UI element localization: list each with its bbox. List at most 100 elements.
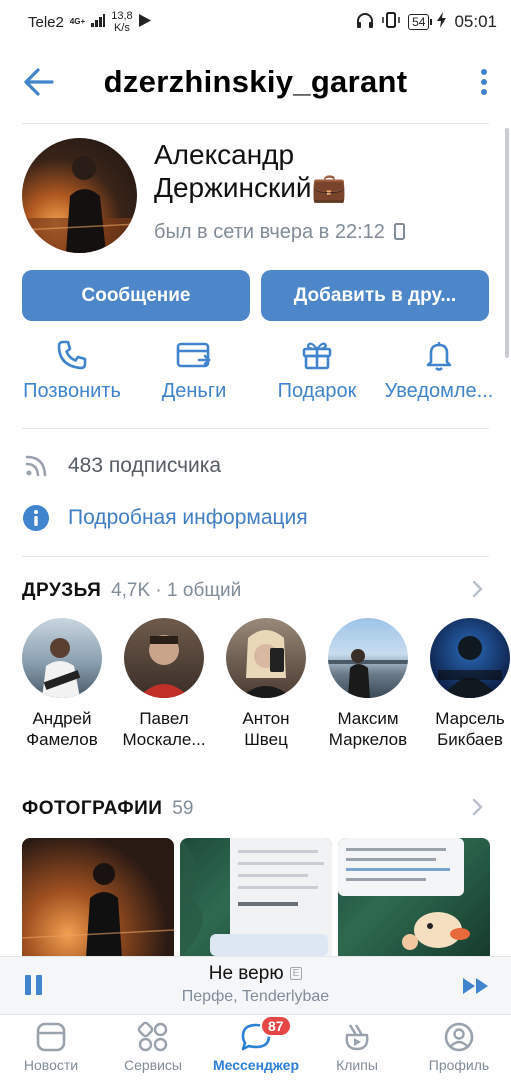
friend-avatar [124,618,204,698]
friend-item[interactable]: Максим Маркелов [318,618,418,750]
explicit-badge: E [289,967,303,980]
tab-news-label: Новости [23,1057,79,1073]
next-track-icon[interactable] [463,977,489,995]
photos-grid [22,838,490,958]
friend-item[interactable]: Марсель Бикбаев [420,618,511,750]
net-speed-unit: K/s [113,22,130,34]
last-seen-text: был в сети вчера в 22:12 [154,221,385,243]
message-button[interactable]: Сообщение [22,270,250,321]
friend-last-name: Швец [244,730,288,749]
photo-thumbnail[interactable] [22,838,174,958]
friend-last-name: Москале... [122,730,206,749]
profile-name: Александр Держинский💼 [154,138,346,204]
headphones-icon [356,12,374,33]
money-card-icon [130,338,258,372]
friend-first-name: Андрей [32,709,92,728]
friend-item[interactable]: Антон Швец [216,618,316,750]
scrollbar[interactable] [505,128,509,358]
friend-item[interactable]: Павел Москале... [114,618,214,750]
call-label: Позвонить [23,380,121,402]
photos-count: 59 [172,798,194,819]
tab-profile-label: Профиль [428,1057,490,1073]
messenger-icon [204,1021,308,1053]
followers-count: 483 подписчика [68,454,222,477]
details-link: Подробная информация [68,506,308,529]
actions-divider [22,428,489,429]
friend-avatar [226,618,306,698]
gift-label: Подарок [277,380,357,402]
friend-first-name: Максим [337,709,399,728]
mobile-device-icon [390,221,406,243]
friends-title: ДРУЗЬЯ [22,580,102,601]
friend-first-name: Марсель [435,709,505,728]
info-icon [22,504,50,532]
services-icon [102,1021,204,1053]
followers-row[interactable]: 483 подписчика [22,452,221,480]
profile-avatar[interactable] [22,138,137,253]
photos-title: ФОТОГРАФИИ [22,798,163,819]
clock: 05:01 [454,12,497,31]
net-speed: 13,8 K/s [111,10,132,34]
friends-header[interactable]: ДРУЗЬЯ 4,7K · 1 общий [22,580,241,602]
action-bar: Позвонить Деньги Подарок Уведомле... [0,338,511,418]
money-action[interactable]: Деньги [130,338,258,403]
last-seen-status: был в сети вчера в 22:12 [154,221,406,244]
tab-clips-label: Клипы [336,1057,378,1073]
add-friend-button[interactable]: Добавить в дру... [261,270,489,321]
profile-icon [408,1021,510,1053]
friends-chevron-icon[interactable] [471,580,485,598]
network-type: 4G+ [69,17,86,26]
tab-news[interactable]: Новости [0,1021,102,1073]
clips-icon [306,1021,408,1053]
friend-last-name: Фамелов [26,730,98,749]
pause-icon[interactable] [24,974,44,996]
net-speed-value: 13,8 [111,10,133,22]
tab-services[interactable]: Сервисы [102,1021,204,1073]
signal-icon [91,13,106,31]
charging-icon [437,11,447,33]
tab-profile[interactable]: Профиль [408,1021,510,1073]
profile-first-name: Александр [154,139,295,170]
header-divider [22,123,489,124]
vibrate-icon [382,11,400,33]
battery-indicator: 54 [408,14,433,30]
profile-last-name: Держинский💼 [154,172,347,203]
friend-avatar [430,618,510,698]
notifications-action[interactable]: Уведомле... [375,338,503,403]
tab-clips[interactable]: Клипы [306,1021,408,1073]
call-action[interactable]: Позвонить [8,338,136,403]
carrier-label: Tele2 [28,13,64,31]
status-right: 54 05:01 [356,11,497,33]
tab-bar: Новости Сервисы 87 Мессенджер Клипы Проф… [0,1014,511,1080]
bell-icon [375,338,503,372]
unread-badge: 87 [260,1015,292,1037]
header: dzerzhinskiy_garant [0,52,511,112]
photo-thumbnail[interactable] [338,838,490,958]
rss-icon [22,452,50,480]
audio-player[interactable]: Не верю E Перфе, Tenderlybae [0,956,511,1014]
details-row[interactable]: Подробная информация [22,504,308,532]
news-icon [0,1021,102,1053]
friend-avatar [22,618,102,698]
photos-chevron-icon[interactable] [471,798,485,816]
track-info[interactable]: Не верю E Перфе, Tenderlybae [60,963,451,1006]
photos-header[interactable]: ФОТОГРАФИИ 59 [22,798,193,820]
page-title: dzerzhinskiy_garant [103,64,408,99]
photo-thumbnail[interactable] [180,838,332,958]
friend-last-name: Бикбаев [437,730,503,749]
info-divider [22,556,489,557]
phone-icon [8,338,136,372]
more-vertical-icon[interactable] [479,68,489,96]
status-bar: Tele2 4G+ 13,8 K/s 54 05:01 [0,0,511,44]
tab-messenger[interactable]: 87 Мессенджер [204,1015,308,1073]
money-label: Деньги [161,380,227,402]
friend-item[interactable]: Андрей Фамелов [12,618,112,750]
friends-count: 4,7K · 1 общий [111,580,242,601]
friend-last-name: Маркелов [328,730,408,749]
track-artist: Перфе, Tenderlybae [181,988,330,1005]
tab-services-label: Сервисы [123,1057,182,1073]
friend-avatar [328,618,408,698]
gift-action[interactable]: Подарок [253,338,381,403]
friend-first-name: Павел [139,709,189,728]
notifications-label: Уведомле... [384,380,494,402]
